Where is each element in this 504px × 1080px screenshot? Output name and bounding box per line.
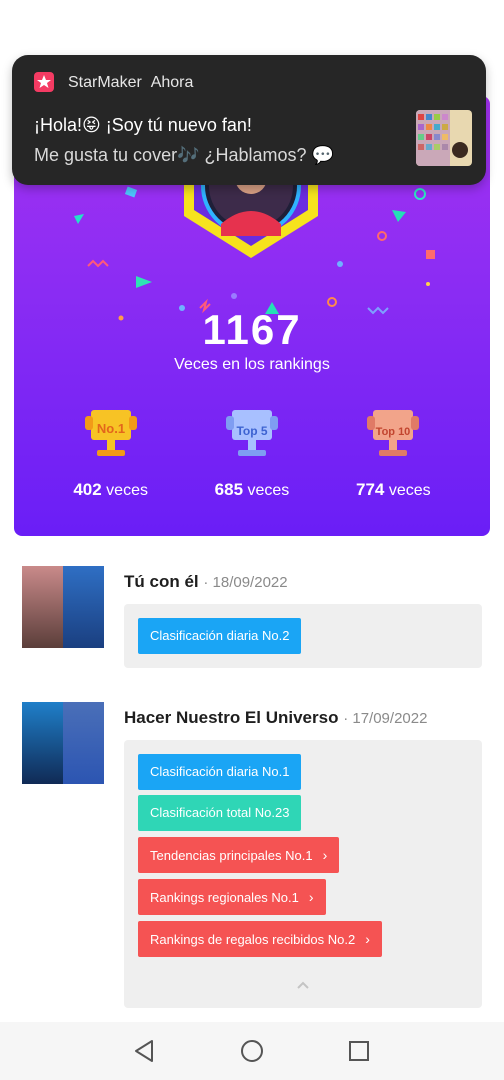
feed-item-header: Hacer Nuestro El Universo · 17/09/2022 (124, 708, 427, 728)
system-navigation-bar (0, 1022, 504, 1080)
duet-avatars[interactable] (22, 566, 104, 648)
total-ranking-count: 1167 (202, 306, 302, 353)
back-triangle-icon[interactable] (130, 1036, 160, 1066)
ranking-tag-link[interactable]: Rankings de regalos recibidos No.2 › (138, 921, 382, 957)
ranking-tag-link[interactable]: Rankings regionales No.1 › (138, 879, 326, 915)
home-circle-icon[interactable] (237, 1036, 267, 1066)
ranking-tag-link[interactable]: Tendencias principales No.1 › (138, 837, 340, 873)
post-date: · 17/09/2022 (343, 710, 428, 727)
ranking-tag[interactable]: Clasificación total No.23 (138, 795, 302, 831)
chevron-up-icon[interactable] (296, 978, 310, 992)
avatar (22, 566, 63, 648)
trophy-top5-icon: Top 5 (225, 410, 278, 456)
notification-body: Me gusta tu cover🎶 ¿Hablamos? 💬 (34, 145, 334, 165)
post-date: · 18/09/2022 (203, 574, 288, 591)
chevron-right-icon: › (308, 889, 314, 905)
starmaker-app-icon (34, 72, 54, 92)
trophy-no1-stat: 402 veces (73, 480, 148, 499)
notification-thumbnail (416, 110, 472, 166)
duet-avatars[interactable] (22, 702, 104, 784)
trophy-top10[interactable]: Top 10 774 veces (328, 406, 458, 500)
trophy-stats-row: No.1 402 veces Top 5 685 veces Top 10 77… (14, 406, 490, 500)
chevron-right-icon: › (365, 931, 370, 947)
trophy-top10-stat: 774 veces (356, 480, 431, 499)
ranking-tags-box: Clasificación diaria No.2 (124, 604, 482, 668)
song-title[interactable]: Hacer Nuestro El Universo (124, 708, 338, 727)
song-title[interactable]: Tú con él (124, 572, 199, 591)
avatar (22, 702, 63, 784)
recents-square-icon[interactable] (344, 1036, 374, 1066)
svg-text:Top 10: Top 10 (376, 426, 411, 438)
avatar (63, 566, 104, 648)
ranking-tag[interactable]: Clasificación diaria No.1 (138, 754, 302, 790)
chevron-right-icon: › (322, 847, 328, 863)
trophy-no1-icon: No.1 (84, 410, 137, 456)
feed-item-header: Tú con él · 18/09/2022 (124, 572, 288, 592)
svg-text:Top 5: Top 5 (236, 424, 267, 438)
trophy-top5[interactable]: Top 5 685 veces (187, 406, 317, 500)
svg-text:No.1: No.1 (97, 421, 125, 436)
notification-title: ¡Hola!😝 ¡Soy tú nuevo fan! (34, 115, 252, 135)
total-ranking-label: Veces en los rankings (174, 356, 330, 373)
ranking-tags-box: Clasificación diaria No.1 Clasificación … (124, 740, 482, 1008)
trophy-no1[interactable]: No.1 402 veces (46, 406, 176, 500)
trophy-top10-icon: Top 10 (367, 410, 420, 456)
avatar (63, 702, 104, 784)
trophy-top5-stat: 685 veces (214, 480, 290, 499)
ranking-tag[interactable]: Clasificación diaria No.2 (138, 618, 302, 654)
push-notification[interactable]: StarMaker Ahora ¡Hola!😝 ¡Soy tú nuevo fa… (12, 55, 486, 185)
notification-app-line: StarMaker Ahora (68, 74, 194, 91)
